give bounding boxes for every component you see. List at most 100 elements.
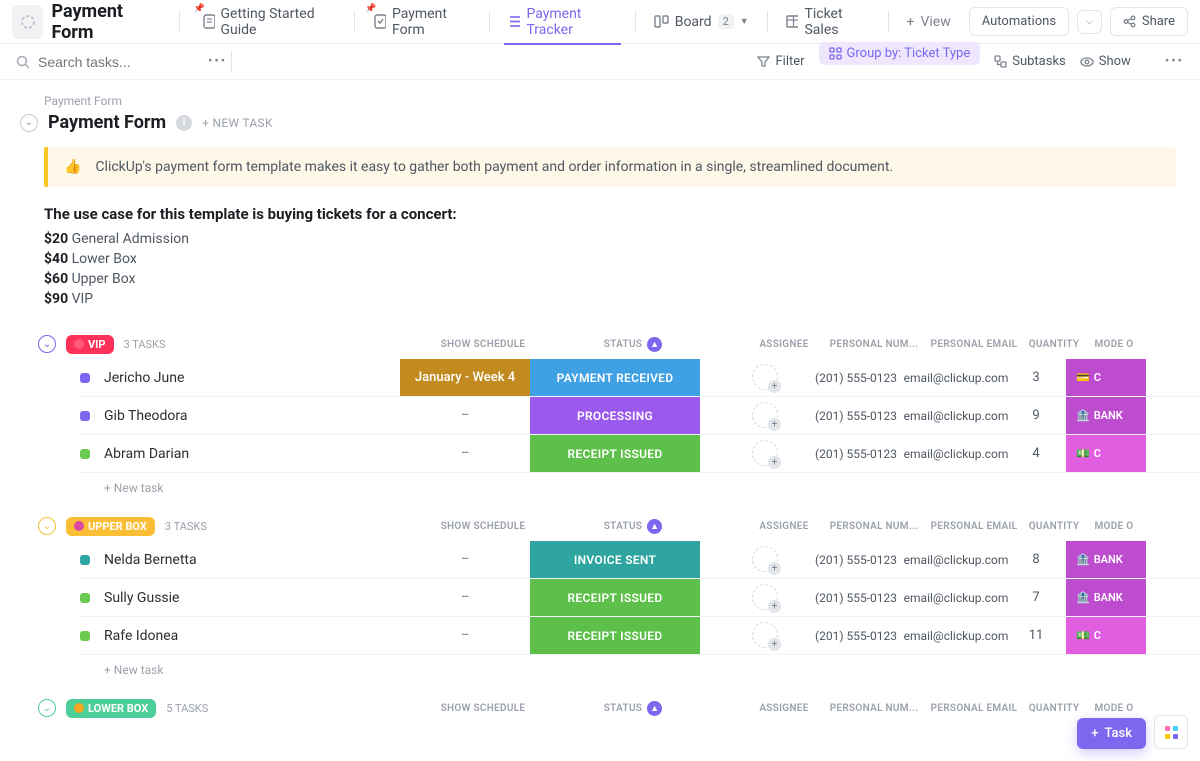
- col-status[interactable]: STATUS ▲: [548, 519, 718, 534]
- col-mode[interactable]: MODE O: [1084, 703, 1144, 714]
- cell-mode[interactable]: 💵C: [1066, 617, 1146, 654]
- add-assignee-icon[interactable]: +: [768, 600, 781, 613]
- col-show-schedule[interactable]: SHOW SCHEDULE: [418, 703, 548, 714]
- group-pill[interactable]: VIP: [66, 335, 114, 354]
- cell-assignee[interactable]: +: [726, 584, 806, 612]
- cell-quantity[interactable]: 4: [1006, 446, 1066, 461]
- col-assignee[interactable]: ASSIGNEE: [744, 703, 824, 714]
- cell-assignee[interactable]: +: [726, 440, 806, 468]
- more-menu[interactable]: •••: [208, 54, 227, 69]
- breadcrumb[interactable]: Payment Form: [44, 94, 1200, 108]
- task-name[interactable]: Nelda Bernetta: [104, 552, 400, 568]
- tab-payment-tracker[interactable]: Payment Tracker: [494, 0, 631, 44]
- subtasks-button[interactable]: Subtasks: [994, 54, 1066, 69]
- cell-mode[interactable]: 🏦BANK: [1066, 397, 1146, 434]
- col-personal-email[interactable]: PERSONAL EMAIL: [924, 703, 1024, 714]
- task-row[interactable]: Sully Gussie – RECEIPT ISSUED + (201) 55…: [80, 579, 1200, 617]
- group-collapse-toggle[interactable]: ⌄: [38, 699, 56, 717]
- cell-schedule[interactable]: –: [400, 541, 530, 578]
- cell-quantity[interactable]: 11: [1006, 628, 1066, 643]
- col-show-schedule[interactable]: SHOW SCHEDULE: [418, 521, 548, 532]
- collapse-toggle[interactable]: ⌄: [20, 114, 38, 132]
- add-assignee-icon[interactable]: +: [768, 380, 781, 393]
- cell-phone[interactable]: (201) 555-0123: [806, 591, 906, 605]
- cell-schedule[interactable]: January - Week 4: [400, 359, 530, 396]
- col-mode[interactable]: MODE O: [1084, 339, 1144, 350]
- search-input[interactable]: [38, 54, 188, 70]
- add-assignee-icon[interactable]: +: [768, 562, 781, 575]
- cell-status[interactable]: PROCESSING: [530, 397, 700, 434]
- cell-mode[interactable]: 💳C: [1066, 359, 1146, 396]
- add-assignee-icon[interactable]: +: [768, 456, 781, 469]
- cell-email[interactable]: email@clickup.com: [906, 553, 1006, 567]
- cell-status[interactable]: INVOICE SENT: [530, 541, 700, 578]
- cell-status[interactable]: PAYMENT RECEIVED: [530, 359, 700, 396]
- task-row[interactable]: Abram Darian – RECEIPT ISSUED + (201) 55…: [80, 435, 1200, 473]
- cell-phone[interactable]: (201) 555-0123: [806, 371, 906, 385]
- cell-quantity[interactable]: 9: [1006, 408, 1066, 423]
- col-personal-email[interactable]: PERSONAL EMAIL: [924, 339, 1024, 350]
- cell-quantity[interactable]: 8: [1006, 552, 1066, 567]
- col-quantity[interactable]: QUANTITY: [1024, 703, 1084, 714]
- task-row[interactable]: Gib Theodora – PROCESSING + (201) 555-01…: [80, 397, 1200, 435]
- cell-phone[interactable]: (201) 555-0123: [806, 447, 906, 461]
- cell-status[interactable]: RECEIPT ISSUED: [530, 435, 700, 472]
- tab-ticket-sales[interactable]: Ticket Sales: [772, 0, 884, 44]
- cell-phone[interactable]: (201) 555-0123: [806, 553, 906, 567]
- new-task-fab[interactable]: + Task: [1077, 718, 1146, 749]
- col-personal-email[interactable]: PERSONAL EMAIL: [924, 521, 1024, 532]
- group-by-button[interactable]: Group by: Ticket Type: [819, 42, 981, 65]
- cell-phone[interactable]: (201) 555-0123: [806, 629, 906, 643]
- group-pill[interactable]: LOWER BOX: [66, 699, 156, 718]
- cell-schedule[interactable]: –: [400, 397, 530, 434]
- task-row[interactable]: Jericho June January - Week 4 PAYMENT RE…: [80, 359, 1200, 397]
- group-collapse-toggle[interactable]: ⌄: [38, 335, 56, 353]
- tab-getting-started[interactable]: 📌 Getting Started Guide: [188, 0, 351, 44]
- task-row[interactable]: Rafe Idonea – RECEIPT ISSUED + (201) 555…: [80, 617, 1200, 655]
- search-box[interactable]: [16, 54, 188, 70]
- automations-button[interactable]: Automations: [969, 7, 1069, 36]
- tab-payment-form[interactable]: 📌 Payment Form: [359, 0, 485, 44]
- cell-email[interactable]: email@clickup.com: [906, 447, 1006, 461]
- col-personal-number[interactable]: PERSONAL NUM...: [824, 339, 924, 350]
- tab-board[interactable]: Board 2 ▼: [640, 0, 763, 44]
- col-show-schedule[interactable]: SHOW SCHEDULE: [418, 339, 548, 350]
- task-name[interactable]: Sully Gussie: [104, 590, 400, 606]
- cell-mode[interactable]: 💵C: [1066, 435, 1146, 472]
- show-button[interactable]: Show: [1080, 54, 1131, 69]
- info-icon[interactable]: i: [176, 115, 192, 131]
- cell-phone[interactable]: (201) 555-0123: [806, 409, 906, 423]
- cell-email[interactable]: email@clickup.com: [906, 629, 1006, 643]
- cell-schedule[interactable]: –: [400, 435, 530, 472]
- new-task-link[interactable]: + NEW TASK: [202, 116, 273, 130]
- cell-assignee[interactable]: +: [726, 402, 806, 430]
- new-task-row[interactable]: + New task: [80, 655, 1200, 677]
- new-task-row[interactable]: + New task: [80, 473, 1200, 495]
- cell-mode[interactable]: 🏦BANK: [1066, 541, 1146, 578]
- app-icon[interactable]: [12, 5, 43, 39]
- cell-assignee[interactable]: +: [726, 622, 806, 650]
- cell-email[interactable]: email@clickup.com: [906, 409, 1006, 423]
- group-pill[interactable]: UPPER BOX: [66, 517, 155, 536]
- task-name[interactable]: Jericho June: [104, 370, 400, 386]
- cell-schedule[interactable]: –: [400, 579, 530, 616]
- cell-status[interactable]: RECEIPT ISSUED: [530, 617, 700, 654]
- col-quantity[interactable]: QUANTITY: [1024, 521, 1084, 532]
- add-assignee-icon[interactable]: +: [768, 638, 781, 651]
- cell-status[interactable]: RECEIPT ISSUED: [530, 579, 700, 616]
- task-row[interactable]: Nelda Bernetta – INVOICE SENT + (201) 55…: [80, 541, 1200, 579]
- col-status[interactable]: STATUS ▲: [548, 337, 718, 352]
- add-assignee-icon[interactable]: +: [768, 418, 781, 431]
- group-collapse-toggle[interactable]: ⌄: [38, 517, 56, 535]
- col-mode[interactable]: MODE O: [1084, 521, 1144, 532]
- cell-email[interactable]: email@clickup.com: [906, 371, 1006, 385]
- add-view-button[interactable]: + View: [893, 0, 965, 44]
- cell-assignee[interactable]: +: [726, 364, 806, 392]
- cell-email[interactable]: email@clickup.com: [906, 591, 1006, 605]
- cell-quantity[interactable]: 7: [1006, 590, 1066, 605]
- col-status[interactable]: STATUS ▲: [548, 701, 718, 716]
- cell-schedule[interactable]: –: [400, 617, 530, 654]
- col-personal-number[interactable]: PERSONAL NUM...: [824, 703, 924, 714]
- cell-assignee[interactable]: +: [726, 546, 806, 574]
- apps-fab[interactable]: [1154, 715, 1188, 749]
